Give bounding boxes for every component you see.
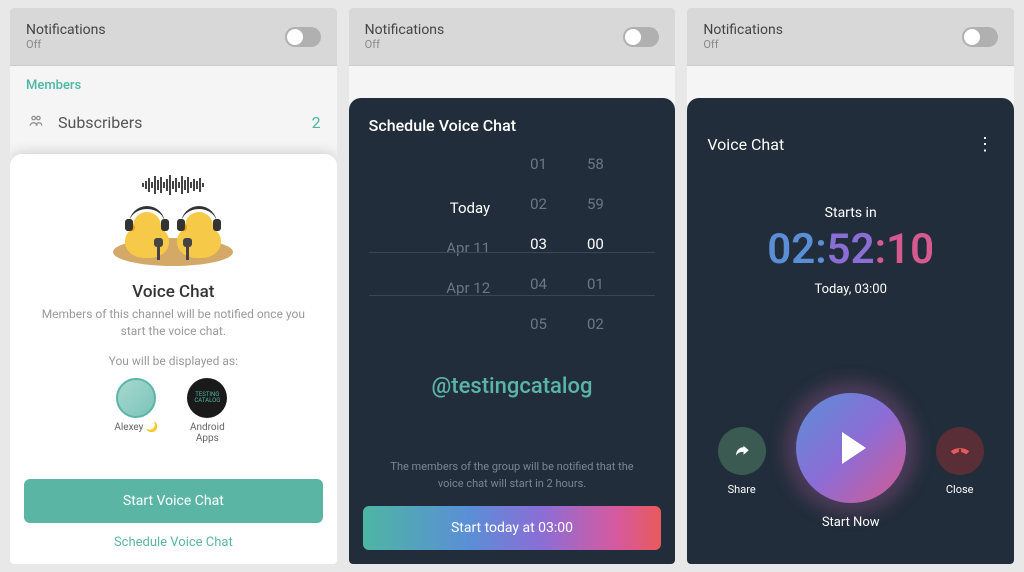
start-today-button[interactable]: Start today at 03:00	[363, 506, 662, 550]
scheduled-time: Today, 03:00	[814, 282, 886, 297]
share-button[interactable]	[718, 427, 766, 475]
screen-voice-chat-countdown: Notifications Off Voice Chat ⋮ Starts in…	[687, 8, 1014, 564]
subscribers-row[interactable]: Subscribers 2	[10, 105, 337, 144]
subscribers-count: 2	[312, 113, 321, 132]
notifications-row[interactable]: Notifications Off	[687, 8, 1014, 66]
starts-in-label: Starts in	[825, 205, 877, 221]
schedule-title: Schedule Voice Chat	[349, 116, 676, 135]
countdown-timer: 02:52:10	[767, 225, 934, 274]
notifications-row[interactable]: Notifications Off	[10, 8, 337, 66]
notifications-status: Off	[26, 38, 106, 51]
vc-title: Voice Chat	[707, 135, 784, 154]
datetime-picker[interactable]: Today Apr 11 Apr 12 01 02 03 04 05 58 59…	[349, 155, 676, 447]
notifications-status: Off	[703, 38, 783, 51]
avatar-option-alexey[interactable]: Alexey 🌙	[114, 378, 158, 444]
avatar-icon	[116, 378, 156, 418]
members-section-header: Members	[10, 66, 337, 105]
picker-minute-column[interactable]: 58 59 00 01 02	[587, 155, 604, 447]
picker-date-column[interactable]: Today Apr 11 Apr 12	[420, 155, 490, 447]
notifications-label: Notifications	[703, 22, 783, 38]
notifications-toggle[interactable]	[285, 27, 321, 47]
more-menu-icon[interactable]: ⋮	[976, 134, 994, 155]
countdown-sheet: Voice Chat ⋮ Starts in 02:52:10 Today, 0…	[687, 98, 1014, 564]
sheet-title: Voice Chat	[132, 282, 214, 302]
subscribers-icon	[26, 113, 46, 132]
notifications-status: Off	[365, 38, 445, 51]
avatar-label: Android Apps	[182, 422, 232, 444]
avatar-row: Alexey 🌙 TESTINGCATALOG Android Apps	[114, 378, 232, 444]
play-icon	[842, 432, 866, 464]
screen-schedule-voice-chat: Notifications Off Schedule Voice Chat To…	[349, 8, 676, 564]
start-voice-chat-button[interactable]: Start Voice Chat	[24, 479, 323, 523]
avatar-option-android-apps[interactable]: TESTINGCATALOG Android Apps	[182, 378, 232, 444]
share-icon	[733, 442, 751, 460]
voice-chat-sheet: Voice Chat Members of this channel will …	[10, 154, 337, 564]
notifications-label: Notifications	[365, 22, 445, 38]
notifications-toggle[interactable]	[962, 27, 998, 47]
share-label: Share	[728, 483, 756, 496]
picker-hour-column[interactable]: 01 02 03 04 05	[530, 155, 547, 447]
close-label: Close	[946, 483, 974, 496]
start-now-label: Start Now	[822, 515, 880, 530]
notifications-toggle[interactable]	[623, 27, 659, 47]
notifications-row[interactable]: Notifications Off	[349, 8, 676, 66]
avatar-label: Alexey 🌙	[114, 422, 158, 433]
screen-voice-chat-start: Notifications Off Members Subscribers 2 …	[10, 8, 337, 564]
subscribers-label: Subscribers	[58, 113, 142, 132]
start-now-button[interactable]	[796, 393, 906, 503]
displayed-as-label: You will be displayed as:	[109, 354, 238, 368]
close-button[interactable]	[936, 427, 984, 475]
sheet-description: Members of this channel will be notified…	[24, 306, 323, 340]
schedule-sheet: Schedule Voice Chat Today Apr 11 Apr 12 …	[349, 98, 676, 564]
hangup-icon	[949, 440, 971, 462]
schedule-notice: The members of the group will be notifie…	[349, 459, 676, 492]
voice-chat-illustration	[103, 174, 243, 274]
schedule-voice-chat-link[interactable]: Schedule Voice Chat	[114, 535, 233, 550]
notifications-label: Notifications	[26, 22, 106, 38]
avatar-icon: TESTINGCATALOG	[187, 378, 227, 418]
